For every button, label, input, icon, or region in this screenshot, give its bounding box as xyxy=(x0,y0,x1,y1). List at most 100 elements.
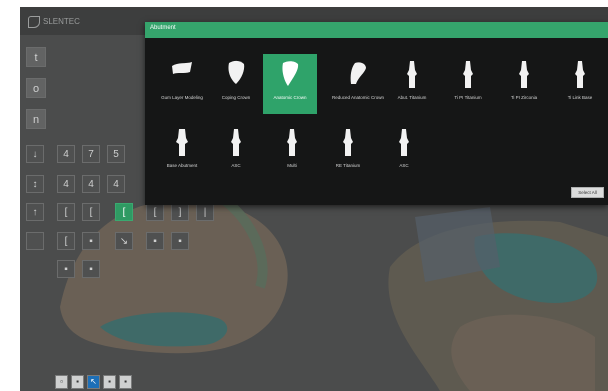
row3-cell-3-active[interactable]: [ xyxy=(115,203,133,221)
bridge-tool-button[interactable]: n xyxy=(26,109,46,129)
bridge-icon: n xyxy=(32,114,40,126)
circle-tool-button[interactable]: o xyxy=(26,78,46,98)
titanium-abutment-icon xyxy=(407,61,417,88)
row1-cell-1[interactable]: 4 xyxy=(57,145,75,163)
tooth-small-icon: 4 xyxy=(88,179,94,190)
app-logo: SLENTEC xyxy=(28,14,88,30)
view-icon: ▪ xyxy=(108,377,111,386)
panel-header: Abutment xyxy=(145,22,608,38)
row2-cell-1[interactable]: 4 xyxy=(57,175,75,193)
item-label: ASC xyxy=(399,163,409,168)
arrow-down-icon: ↓ xyxy=(32,149,38,160)
asc-abutment-2-icon xyxy=(399,129,409,156)
gum-model-right-lower xyxy=(451,314,595,391)
item-label: ASC xyxy=(231,163,241,168)
view-icon: ▫ xyxy=(60,377,63,386)
row3-cell-5[interactable]: ] xyxy=(171,203,189,221)
base-abutment-icon xyxy=(176,129,188,156)
row4-cell-1[interactable]: [ xyxy=(57,232,75,250)
tooth-small-icon: 7 xyxy=(88,149,94,160)
row4-cell-4[interactable]: ▪ xyxy=(146,232,164,250)
gum-layer-icon xyxy=(172,62,192,74)
circle-icon: o xyxy=(32,83,40,95)
item-label: Base Abutment xyxy=(166,163,198,168)
item-ti-pi-titanium[interactable]: Ti PI Titanium xyxy=(441,54,495,114)
row4-lead-button[interactable] xyxy=(26,232,44,250)
item-label: Ti PI Zirconia xyxy=(510,95,538,100)
row3-cell-1[interactable]: [ xyxy=(57,203,75,221)
panel-title: Abutment xyxy=(150,25,176,31)
ti-pi-zirconia-icon xyxy=(519,61,529,88)
bottom-tool-3[interactable]: ↖ xyxy=(87,375,100,389)
bracket-icon: [ xyxy=(64,207,68,218)
cursor-icon: ↖ xyxy=(90,377,97,386)
item-abut-titanium[interactable]: Abut. Titanium xyxy=(385,54,439,114)
bottom-tool-1[interactable]: ▫ xyxy=(55,375,68,389)
row1-lead-button[interactable]: ↓ xyxy=(26,145,44,163)
select-all-button[interactable]: Select All xyxy=(571,187,604,198)
item-anatomic-crown[interactable]: Anatomic Crown xyxy=(263,54,317,114)
reduced-crown-icon xyxy=(350,62,366,84)
coping-crown-icon xyxy=(228,60,245,84)
square-icon: ▪ xyxy=(153,236,157,247)
row2-cell-2[interactable]: 4 xyxy=(82,175,100,193)
row1-cell-2[interactable]: 7 xyxy=(82,145,100,163)
row4-cell-3[interactable]: ↘ xyxy=(115,232,133,250)
asc-abutment-icon xyxy=(231,129,241,156)
view-icon: ▪ xyxy=(76,377,79,386)
bracket-icon: [ xyxy=(153,207,157,218)
item-label: Anatomic Crown xyxy=(273,95,307,100)
item-coping-crown[interactable]: Coping Crown xyxy=(209,54,263,114)
bottom-tool-4[interactable]: ▪ xyxy=(103,375,116,389)
row2-lead-button[interactable]: ↕ xyxy=(26,175,44,193)
multi-abutment-icon xyxy=(287,129,297,156)
view-icon: ▪ xyxy=(124,377,127,386)
ti-link-base-icon xyxy=(575,61,585,88)
cad-app-window: SLENTEC t o n ↓ 4 7 5 ↕ 4 4 4 ↑ [ [ [ [ … xyxy=(20,7,608,391)
logo-text: SLENTEC xyxy=(43,17,80,26)
tooth-icon: t xyxy=(34,52,38,64)
anatomic-crown-icon xyxy=(282,61,299,86)
row3-lead-button[interactable]: ↑ xyxy=(26,203,44,221)
tooth-small-icon: 4 xyxy=(63,149,69,160)
item-asc-2[interactable]: ASC xyxy=(377,122,431,182)
row4-cell-2[interactable]: ▪ xyxy=(82,232,100,250)
item-asc[interactable]: ASC xyxy=(209,122,263,182)
bracket-icon: [ xyxy=(64,236,68,247)
tooth-small-icon: 4 xyxy=(113,179,119,190)
square-icon: ▪ xyxy=(89,264,93,275)
item-gum-layer[interactable]: Gum Layer Modeling xyxy=(155,54,209,114)
arrow-up-icon: ↑ xyxy=(32,207,38,218)
logo-mark-icon xyxy=(28,15,40,28)
square-icon: ▪ xyxy=(178,236,182,247)
row4-cell-5[interactable]: ▪ xyxy=(171,232,189,250)
item-reduced-crown[interactable]: Reduced Anatomic Crown xyxy=(331,54,385,114)
row3-cell-4[interactable]: [ xyxy=(146,203,164,221)
item-label: Abut. Titanium xyxy=(397,95,427,100)
row1-cell-3[interactable]: 5 xyxy=(107,145,125,163)
tooth-tool-button[interactable]: t xyxy=(26,47,46,67)
row3-cell-6[interactable]: | xyxy=(196,203,214,221)
tooth-small-icon: 5 xyxy=(113,149,119,160)
bottom-tool-2[interactable]: ▪ xyxy=(71,375,84,389)
row3-cell-2[interactable]: [ xyxy=(82,203,100,221)
item-base-abutment[interactable]: Base Abutment xyxy=(155,122,209,182)
item-ti-link-base[interactable]: Ti Link Base xyxy=(553,54,607,114)
item-label: Reduced Anatomic Crown xyxy=(331,95,385,100)
item-ti-pi-zirconia[interactable]: Ti PI Zirconia xyxy=(497,54,551,114)
abutment-panel: Abutment Gum Layer Modeling Coping Crown… xyxy=(145,22,608,205)
item-label: Ti PI Titanium xyxy=(454,95,482,100)
item-re-titanium[interactable]: RE Titanium xyxy=(321,122,375,182)
row5-cell-1[interactable]: ▪ xyxy=(57,260,75,278)
item-multi[interactable]: Multi xyxy=(265,122,319,182)
row5-cell-2[interactable]: ▪ xyxy=(82,260,100,278)
bottom-tool-5[interactable]: ▪ xyxy=(119,375,132,389)
bracket-icon: ] xyxy=(178,207,182,218)
bracket-icon: [ xyxy=(89,207,93,218)
square-icon: ▪ xyxy=(89,236,93,247)
square-icon: ▪ xyxy=(64,264,68,275)
item-label: Coping Crown xyxy=(221,95,251,100)
row2-cell-3[interactable]: 4 xyxy=(107,175,125,193)
item-label: Multi xyxy=(287,163,297,168)
item-label: Ti Link Base xyxy=(567,95,593,100)
